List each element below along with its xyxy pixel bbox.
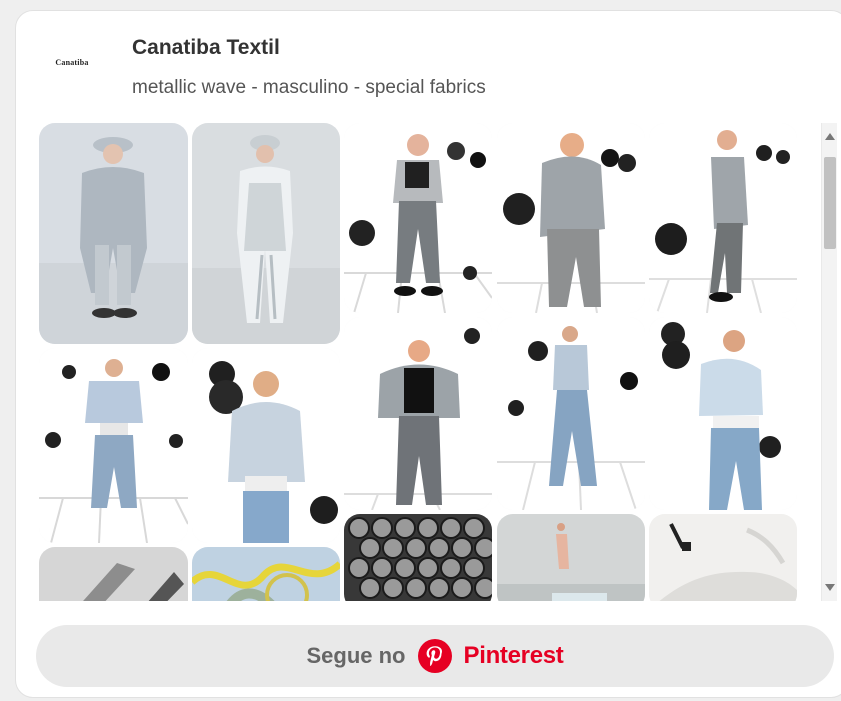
pin-cropped-blazer-look[interactable] — [649, 317, 797, 510]
follow-on-pinterest-button[interactable]: Segue no Pinterest — [36, 625, 834, 687]
pin-grid — [39, 122, 841, 601]
fashion-photo-icon — [497, 317, 645, 510]
pin-silver-jeans-look[interactable] — [344, 123, 492, 313]
fashion-photo-icon — [39, 348, 188, 543]
sculpture-photo-icon — [39, 547, 188, 601]
pin-yellow-sculpture[interactable] — [192, 547, 340, 601]
pin-silver-jacket-look[interactable] — [192, 123, 340, 344]
runway-photo-icon — [497, 514, 645, 601]
fashion-photo-icon — [649, 123, 797, 313]
pin-white-room[interactable] — [649, 514, 797, 601]
pinterest-brand: Pinterest — [463, 642, 564, 669]
fashion-photo-icon — [497, 123, 645, 313]
scroll-up-arrow-icon[interactable] — [825, 133, 835, 140]
pinterest-icon — [417, 639, 452, 673]
scroll-down-arrow-icon[interactable] — [825, 584, 835, 591]
pin-walking-denim-look[interactable] — [497, 317, 645, 510]
fashion-photo-icon — [192, 348, 340, 543]
follow-label: Segue no — [306, 643, 406, 668]
fashion-photo-icon — [39, 123, 188, 344]
fashion-photo-icon — [344, 317, 492, 510]
pinterest-board-widget: Canatiba Canatiba Textil metallic wave -… — [15, 10, 841, 698]
board-name[interactable]: metallic wave - masculino - special fabr… — [132, 77, 486, 99]
scrollbar-thumb[interactable] — [824, 157, 836, 249]
sculpture-photo-icon — [192, 547, 340, 601]
pin-open-jacket-look[interactable] — [344, 317, 492, 510]
fashion-photo-icon — [344, 123, 492, 313]
widget-header: Canatiba Canatiba Textil metallic wave -… — [16, 11, 841, 121]
fashion-photo-icon — [192, 123, 340, 344]
brand-logo[interactable]: Canatiba — [50, 55, 94, 69]
pin-back-jacket-look[interactable] — [497, 123, 645, 313]
pin-metal-detail[interactable] — [39, 547, 188, 601]
pin-silver-spheres[interactable] — [344, 514, 492, 601]
pin-light-blazer-look[interactable] — [192, 348, 340, 543]
pin-grid-scrollbar[interactable] — [821, 123, 837, 601]
pin-metallic-coat-look[interactable] — [39, 123, 188, 344]
board-owner[interactable]: Canatiba Textil — [132, 36, 280, 60]
room-photo-icon — [649, 514, 797, 601]
fashion-photo-icon — [649, 317, 797, 510]
pin-side-jacket-look[interactable] — [649, 123, 797, 313]
pin-denim-jacket-look[interactable] — [39, 348, 188, 543]
pin-runway-pool[interactable] — [497, 514, 645, 601]
sphere-pattern-icon — [344, 514, 492, 601]
